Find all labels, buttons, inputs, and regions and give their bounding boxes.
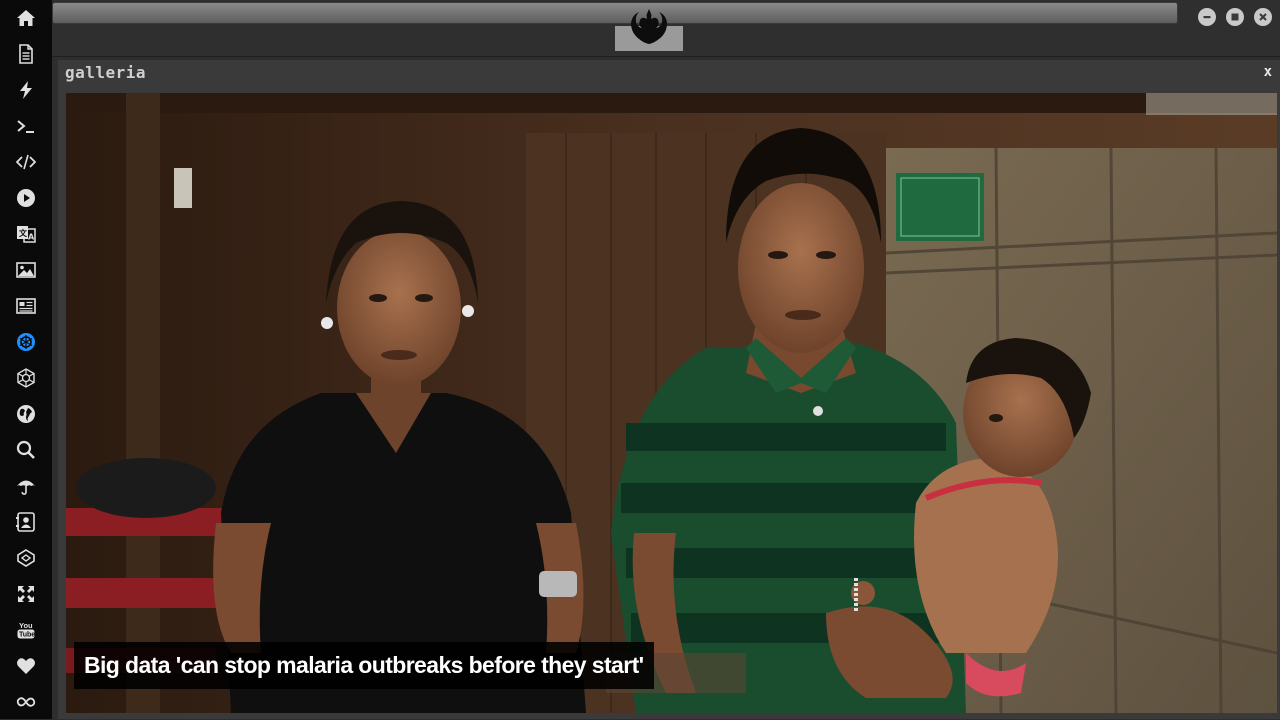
window-title: galleria xyxy=(65,63,147,82)
svg-text:You: You xyxy=(19,621,33,630)
play-icon[interactable] xyxy=(0,180,52,216)
close-icon xyxy=(1259,13,1267,21)
heart-icon[interactable] xyxy=(0,648,52,684)
window-close-button[interactable]: x xyxy=(1264,64,1272,80)
translate-icon[interactable]: 文A xyxy=(0,216,52,252)
infinity-icon[interactable] xyxy=(0,684,52,720)
codepen-icon[interactable] xyxy=(0,540,52,576)
rebel-alliance-logo-icon[interactable] xyxy=(627,6,671,48)
search-icon[interactable] xyxy=(0,432,52,468)
svg-text:Tube: Tube xyxy=(19,632,35,639)
minimize-icon xyxy=(1203,16,1211,19)
newspaper-icon[interactable] xyxy=(0,288,52,324)
galleria-window: galleria x Big data 'can stop malaria ou… xyxy=(58,60,1280,719)
lightning-icon[interactable] xyxy=(0,72,52,108)
empire-icon[interactable] xyxy=(0,360,52,396)
home-icon[interactable] xyxy=(0,0,52,36)
photo-illustration xyxy=(66,93,1277,713)
contact-card-icon[interactable] xyxy=(0,504,52,540)
svg-text:文: 文 xyxy=(19,228,28,238)
terminal-icon[interactable] xyxy=(0,108,52,144)
globe-icon[interactable] xyxy=(0,396,52,432)
side-dock: 文A You Tube xyxy=(0,0,52,719)
rebel-alliance-icon[interactable] xyxy=(0,324,52,360)
youtube-icon[interactable]: You Tube xyxy=(0,612,52,648)
svg-text:A: A xyxy=(28,233,35,242)
umbrella-icon[interactable] xyxy=(0,468,52,504)
address-bar[interactable] xyxy=(52,2,1178,24)
gallery-caption: Big data 'can stop malaria outbreaks bef… xyxy=(74,642,654,689)
document-icon[interactable] xyxy=(0,36,52,72)
image-icon[interactable] xyxy=(0,252,52,288)
gallery-photo[interactable]: Big data 'can stop malaria outbreaks bef… xyxy=(66,93,1277,713)
minimize-button[interactable] xyxy=(1198,8,1216,26)
maximize-icon xyxy=(1231,13,1239,21)
close-window-button[interactable] xyxy=(1254,8,1272,26)
expand-icon[interactable] xyxy=(0,576,52,612)
code-icon[interactable] xyxy=(0,144,52,180)
maximize-button[interactable] xyxy=(1226,8,1244,26)
